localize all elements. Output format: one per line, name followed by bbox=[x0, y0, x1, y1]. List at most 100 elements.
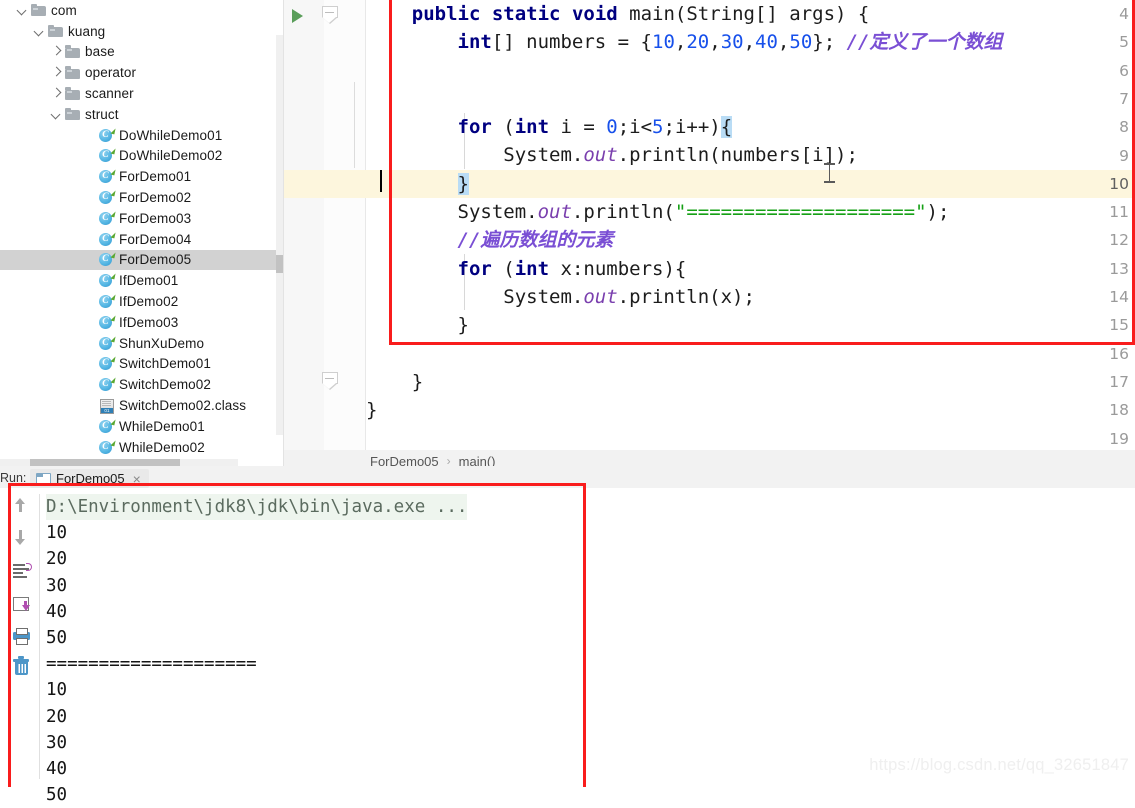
tree-horizontal-scrollbar[interactable] bbox=[0, 459, 238, 466]
code-text-area[interactable]: public static void main(String[] args) {… bbox=[366, 0, 1135, 450]
console-output-line: 20 bbox=[46, 549, 68, 570]
run-console[interactable]: D:\Environment\jdk8\jdk\bin\java.exe ...… bbox=[0, 488, 1135, 805]
tree-item-label: scanner bbox=[85, 86, 134, 102]
code-line-14: System.out.println(x); bbox=[366, 285, 755, 308]
console-output-line: 40 bbox=[46, 601, 68, 622]
chevron-down-icon[interactable] bbox=[18, 6, 27, 15]
chevron-right-icon[interactable] bbox=[52, 89, 61, 98]
code-line-10: } bbox=[457, 172, 469, 195]
tree-item-fordemo01[interactable]: C ForDemo01 bbox=[0, 166, 283, 187]
tree-item-label: ForDemo02 bbox=[119, 190, 192, 206]
export-output-icon[interactable] bbox=[10, 592, 32, 614]
indent-guide bbox=[354, 82, 355, 168]
tree-item-struct[interactable]: struct bbox=[0, 104, 283, 125]
tree-item-fordemo03[interactable]: C ForDemo03 bbox=[0, 208, 283, 229]
run-tab-fordemo05[interactable]: ForDemo05 × bbox=[30, 469, 149, 488]
tree-item-ifdemo01[interactable]: C IfDemo01 bbox=[0, 270, 283, 291]
code-line-18: } bbox=[366, 399, 378, 422]
tree-item-label: com bbox=[51, 2, 77, 18]
tree-item-scanner[interactable]: scanner bbox=[0, 83, 283, 104]
java-class-icon: C bbox=[99, 168, 116, 184]
chevron-right-icon[interactable] bbox=[52, 68, 61, 77]
run-tab-label: ForDemo05 bbox=[56, 471, 125, 486]
tree-item-whiledemo01[interactable]: C WhileDemo01 bbox=[0, 416, 283, 437]
code-editor[interactable]: 4 5 6 7 8 9 10 11 12 13 14 15 16 17 18 19 public static… bbox=[284, 0, 1135, 450]
tree-item-label: DoWhileDemo02 bbox=[119, 148, 223, 164]
java-class-icon: C bbox=[99, 231, 116, 247]
code-fold-icon[interactable] bbox=[321, 372, 338, 391]
tree-item-label: kuang bbox=[68, 23, 106, 39]
tree-item-label: ForDemo03 bbox=[119, 210, 192, 226]
mouse-ibeam-cursor bbox=[824, 163, 835, 183]
tree-item-label: struct bbox=[85, 106, 119, 122]
tree-item-label: IfDemo02 bbox=[119, 294, 179, 310]
tree-item-dowhiledemo02[interactable]: C DoWhileDemo02 bbox=[0, 146, 283, 167]
editor-line-number-gutter[interactable] bbox=[284, 0, 324, 450]
project-file-tree[interactable]: com kuang base operator scanner struct C DoWhil… bbox=[0, 0, 283, 466]
tree-item-fordemo02[interactable]: C ForDemo02 bbox=[0, 187, 283, 208]
tree-item-fordemo04[interactable]: C ForDemo04 bbox=[0, 229, 283, 250]
run-panel-label: Run: bbox=[0, 471, 27, 485]
code-line-11: System.out.println("====================… bbox=[366, 201, 950, 224]
run-configuration-icon bbox=[36, 472, 51, 486]
tree-item-ifdemo03[interactable]: C IfDemo03 bbox=[0, 312, 283, 333]
tree-item-switchdemo02[interactable]: C SwitchDemo02 bbox=[0, 374, 283, 395]
tree-item-kuang[interactable]: kuang bbox=[0, 21, 283, 42]
tree-vertical-scrollbar[interactable] bbox=[276, 35, 283, 435]
print-icon[interactable] bbox=[10, 624, 32, 646]
console-output[interactable]: D:\Environment\jdk8\jdk\bin\java.exe ...… bbox=[46, 494, 468, 808]
tree-item-whiledemo02[interactable]: C WhileDemo02 bbox=[0, 437, 283, 458]
tree-item-operator[interactable]: operator bbox=[0, 62, 283, 83]
java-class-icon: C bbox=[99, 148, 116, 163]
console-output-line: 50 bbox=[46, 628, 68, 649]
console-toolbar[interactable] bbox=[8, 488, 38, 787]
chevron-down-icon[interactable] bbox=[35, 27, 44, 36]
tree-item-label: operator bbox=[85, 65, 137, 81]
scroll-up-icon[interactable] bbox=[10, 494, 32, 516]
java-class-icon: C bbox=[99, 127, 116, 143]
java-class-icon: C bbox=[99, 418, 116, 434]
tree-item-label: SwitchDemo02 bbox=[119, 377, 211, 393]
clear-all-icon[interactable] bbox=[10, 656, 32, 678]
tree-item-ifdemo02[interactable]: C IfDemo02 bbox=[0, 291, 283, 312]
folder-icon bbox=[65, 87, 80, 100]
run-gutter-icon[interactable] bbox=[292, 9, 303, 23]
tree-item-shunxudemo[interactable]: C ShunXuDemo bbox=[0, 333, 283, 354]
code-fold-icon[interactable] bbox=[321, 6, 338, 25]
tree-horizontal-scrollbar-thumb[interactable] bbox=[30, 459, 180, 466]
java-class-icon: C bbox=[99, 356, 116, 371]
tree-item-fordemo05[interactable]: C ForDemo05 bbox=[0, 249, 283, 271]
java-class-icon: C bbox=[99, 314, 116, 330]
console-output-line: 30 bbox=[46, 575, 68, 596]
scroll-down-icon[interactable] bbox=[10, 526, 32, 548]
tree-item-switchdemo01[interactable]: C SwitchDemo01 bbox=[0, 354, 283, 375]
tree-item-base[interactable]: base bbox=[0, 42, 283, 63]
run-panel-tabbar bbox=[0, 466, 1135, 488]
code-line-17: } bbox=[366, 370, 424, 393]
tree-item-label: ForDemo01 bbox=[119, 169, 192, 185]
java-class-icon: C bbox=[99, 335, 116, 351]
folder-icon bbox=[48, 24, 63, 38]
code-line-13: for (int x:numbers){ bbox=[457, 257, 687, 280]
soft-wrap-icon[interactable] bbox=[10, 560, 32, 582]
tree-vertical-scrollbar-thumb[interactable] bbox=[276, 255, 283, 273]
tree-item-switchdemo02-class[interactable]: SwitchDemo02.class bbox=[0, 395, 283, 416]
chevron-right-icon[interactable] bbox=[52, 47, 61, 56]
watermark: https://blog.csdn.net/qq_32651847 bbox=[869, 756, 1129, 774]
tree-item-dowhiledemo01[interactable]: C DoWhileDemo01 bbox=[0, 125, 283, 146]
tree-item-com[interactable]: com bbox=[0, 0, 283, 21]
code-line-12: //遍历数组的元素 bbox=[457, 229, 614, 252]
console-output-line: 50 bbox=[46, 785, 68, 806]
close-icon[interactable]: × bbox=[133, 472, 141, 486]
chevron-down-icon[interactable] bbox=[52, 110, 61, 119]
folder-icon bbox=[65, 45, 80, 58]
java-class-icon: C bbox=[99, 189, 116, 205]
